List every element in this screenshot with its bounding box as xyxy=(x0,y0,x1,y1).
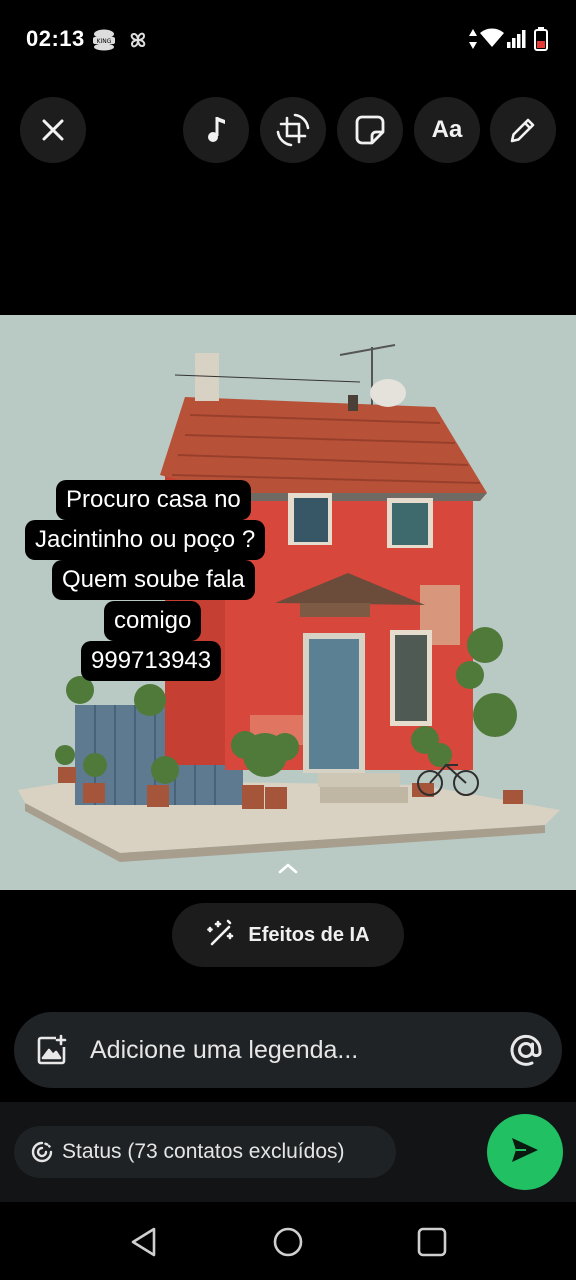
sticker-button[interactable] xyxy=(337,97,403,163)
status-bar: 02:13 KING xyxy=(0,0,576,80)
pencil-icon xyxy=(508,115,538,145)
home-nav-icon[interactable] xyxy=(272,1226,304,1263)
status-ring-icon xyxy=(30,1140,54,1164)
clock: 02:13 xyxy=(26,26,85,51)
draw-button[interactable] xyxy=(490,97,556,163)
text-tool-label: Aa xyxy=(431,116,463,143)
battery-low-icon xyxy=(534,27,548,56)
pinwheel-app-icon xyxy=(126,28,150,57)
signal-icon xyxy=(507,30,527,53)
burger-king-notification-icon: KING xyxy=(92,29,116,56)
overlay-text-line[interactable]: comigo xyxy=(104,601,202,641)
wifi-icon xyxy=(480,28,504,53)
sticker-icon xyxy=(354,114,386,146)
close-icon xyxy=(40,117,66,143)
data-arrows-icon xyxy=(468,28,478,55)
overlay-text-line[interactable]: 999713943 xyxy=(81,641,222,681)
recents-nav-icon[interactable] xyxy=(416,1226,448,1263)
system-nav-bar xyxy=(0,1202,576,1280)
status-audience-chip[interactable]: Status (73 contatos excluídos) xyxy=(14,1126,396,1178)
crop-rotate-icon xyxy=(275,112,311,148)
ai-effects-button[interactable]: Efeitos de IA xyxy=(172,903,404,967)
caption-bar xyxy=(14,1012,562,1088)
caption-input[interactable] xyxy=(90,1032,490,1068)
send-button[interactable] xyxy=(487,1114,563,1190)
status-audience-label: Status (73 contatos excluídos) xyxy=(62,1140,345,1163)
ai-effects-label: Efeitos de IA xyxy=(248,923,370,946)
crop-rotate-button[interactable] xyxy=(260,97,326,163)
music-button[interactable] xyxy=(183,97,249,163)
magic-wand-icon xyxy=(206,918,236,953)
overlay-text-line[interactable]: Procuro casa no xyxy=(56,480,251,520)
text-tool-button[interactable]: Aa xyxy=(414,97,480,163)
send-icon xyxy=(510,1136,540,1169)
chevron-up-icon[interactable] xyxy=(276,860,300,881)
photo-preview[interactable]: Procuro casa no Jacintinho ou poço ? Que… xyxy=(0,315,576,890)
add-media-icon[interactable] xyxy=(36,1034,68,1071)
back-nav-icon[interactable] xyxy=(128,1226,160,1263)
overlay-text-line[interactable]: Quem soube fala xyxy=(52,560,255,600)
house-illustration xyxy=(18,344,560,862)
music-icon xyxy=(203,115,229,145)
overlay-text-line[interactable]: Jacintinho ou poço ? xyxy=(25,520,266,560)
close-button[interactable] xyxy=(20,97,86,163)
mention-icon[interactable] xyxy=(508,1032,544,1073)
